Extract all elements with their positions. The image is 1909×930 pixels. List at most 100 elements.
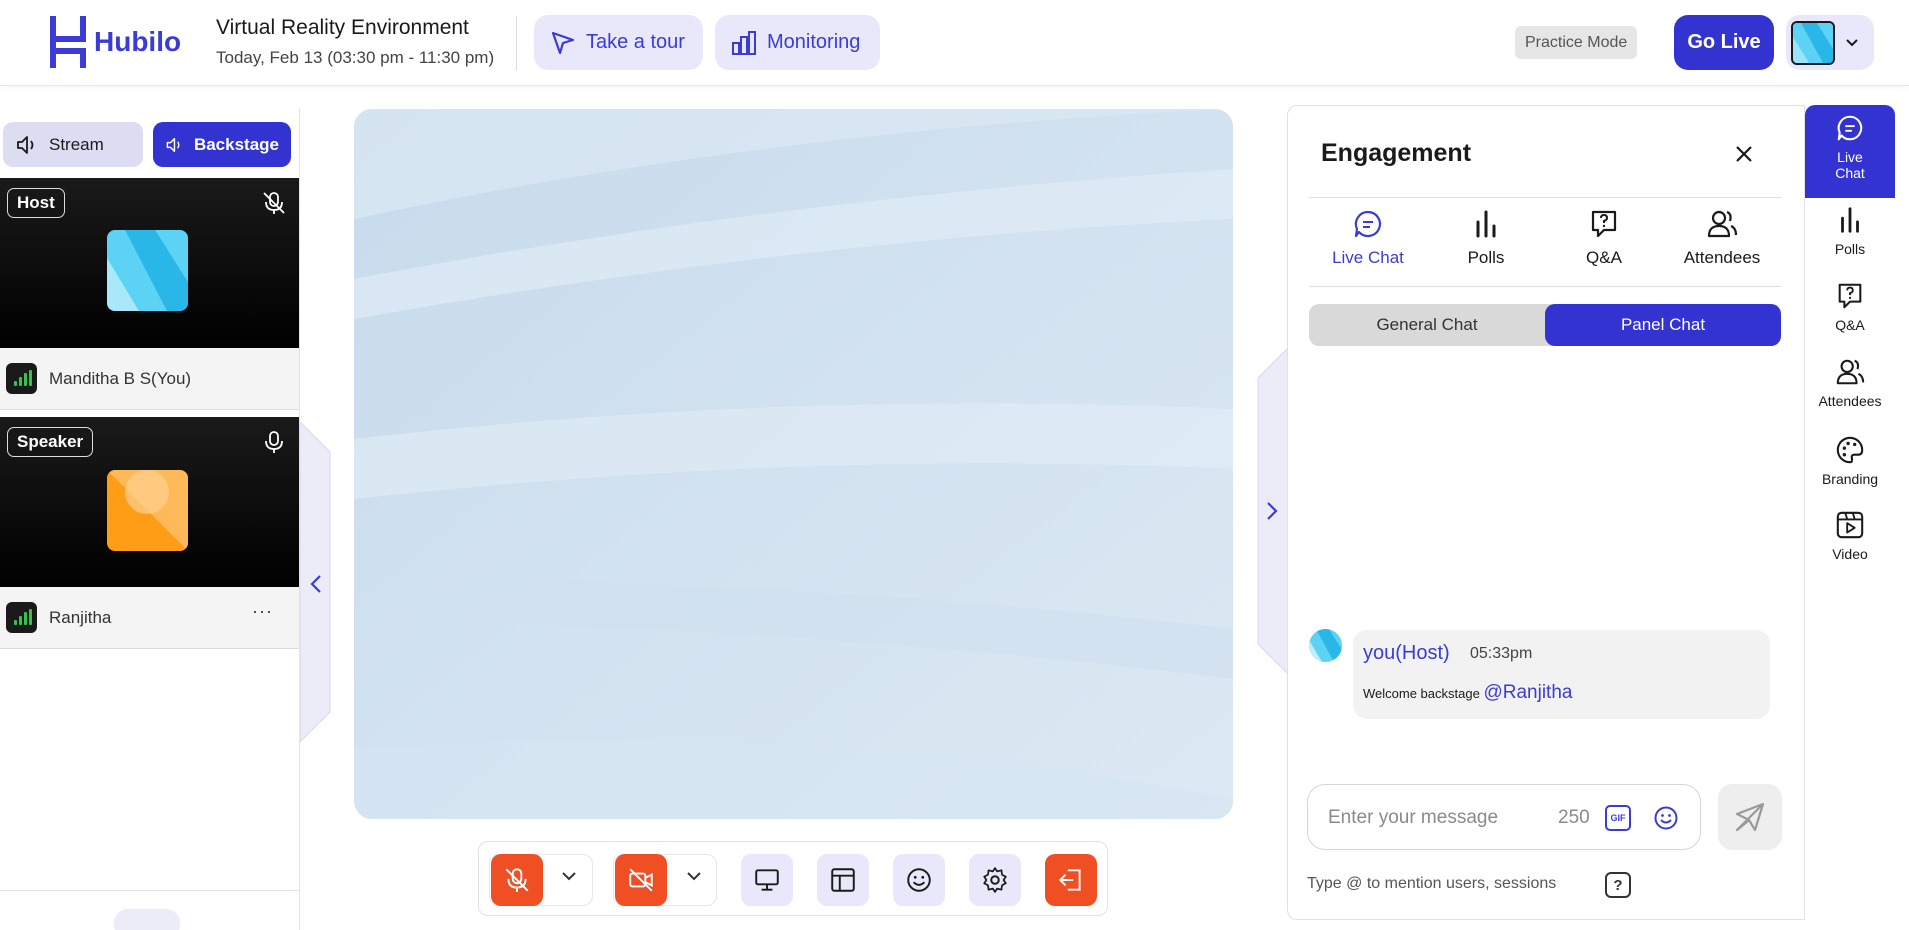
rail-item-polls[interactable]: Polls	[1805, 205, 1895, 257]
tab-attendees-label: Attendees	[1683, 248, 1761, 267]
speaker-icon	[17, 135, 34, 154]
gif-icon[interactable]: GIF	[1605, 805, 1631, 831]
close-icon[interactable]	[1732, 142, 1756, 166]
mic-muted-icon	[505, 868, 529, 892]
hubilo-logo[interactable]: Hubilo	[48, 14, 181, 70]
mic-icon[interactable]	[261, 429, 287, 455]
palette-icon	[1836, 436, 1864, 464]
backstage-label: Backstage	[193, 134, 279, 154]
emoji-picker-icon[interactable]	[1653, 805, 1679, 831]
tab-polls[interactable]: Polls	[1427, 198, 1545, 288]
panel-chat-option[interactable]: Panel Chat	[1545, 304, 1781, 346]
qa-icon	[1838, 283, 1862, 309]
go-live-button[interactable]: Go Live	[1674, 15, 1774, 70]
more-options-button[interactable]: ···	[252, 601, 273, 622]
collapse-left-panel-button[interactable]	[300, 422, 332, 742]
rail-item-qa[interactable]: Q&A	[1805, 281, 1895, 333]
take-a-tour-button[interactable]: Take a tour	[534, 15, 703, 70]
mic-muted-icon[interactable]	[261, 190, 287, 216]
rail-video-label: Video	[1832, 546, 1868, 562]
camera-off-icon	[629, 868, 653, 892]
participant-name: Manditha B S(You)	[49, 368, 192, 388]
rail-item-video[interactable]: Video	[1805, 510, 1895, 562]
participants-panel: Stream Backstage Host Manditha B S(You) …	[0, 108, 300, 930]
engagement-title: Engagement	[1321, 139, 1472, 167]
signal-strength-icon	[6, 602, 37, 633]
rail-polls-label: Polls	[1834, 241, 1866, 257]
message-body: Welcome backstage @Ranjitha	[1363, 682, 1572, 704]
monitoring-label: Monitoring	[767, 31, 861, 53]
speaker-avatar	[107, 470, 188, 551]
backstage-tab[interactable]: Backstage	[153, 122, 291, 167]
chevron-down-icon	[1846, 38, 1858, 46]
send-button[interactable]	[1718, 784, 1782, 850]
role-tag-speaker: Speaker	[7, 427, 94, 457]
chat-icon	[1354, 210, 1382, 238]
tab-qa-label: Q&A	[1586, 248, 1622, 267]
message-mention[interactable]: @Ranjitha	[1483, 682, 1572, 703]
engagement-tabs: Live Chat Polls Q&A Attendees	[1309, 197, 1781, 287]
stage-video-area[interactable]	[354, 109, 1233, 819]
speaker-icon	[166, 137, 180, 152]
rail-qa-label: Q&A	[1835, 317, 1865, 333]
message-time: 05:33pm	[1470, 645, 1533, 662]
gear-icon	[983, 867, 1007, 893]
rail-item-live-chat[interactable]: Live Chat	[1805, 105, 1895, 198]
message-author[interactable]: you(Host)	[1363, 642, 1450, 665]
settings-button[interactable]	[969, 854, 1021, 906]
attendees-icon	[1836, 359, 1865, 385]
brand-name: Hubilo	[94, 26, 182, 57]
practice-mode-badge: Practice Mode	[1515, 26, 1638, 59]
bar-chart-icon	[732, 30, 756, 55]
layout-button[interactable]	[817, 854, 869, 906]
rail-item-attendees[interactable]: Attendees	[1805, 357, 1895, 409]
chat-message: you(Host) 05:33pm Welcome backstage @Ran…	[1353, 630, 1770, 719]
emoji-icon	[907, 868, 931, 892]
message-input-placeholder: Enter your message	[1328, 807, 1499, 828]
reactions-button[interactable]	[893, 854, 945, 906]
host-name-row: Manditha B S(You)	[0, 348, 299, 410]
chat-icon	[1837, 115, 1863, 141]
role-tag-host: Host	[7, 188, 65, 218]
profile-avatar	[1791, 20, 1835, 65]
send-icon	[1735, 802, 1765, 832]
chat-mode-toggle: General Chat Panel Chat	[1309, 304, 1781, 346]
tab-attendees[interactable]: Attendees	[1663, 198, 1781, 288]
footer-handle[interactable]	[114, 909, 180, 930]
signal-strength-icon	[6, 363, 37, 394]
header-divider	[516, 16, 517, 70]
mic-options-chevron-icon[interactable]	[559, 866, 579, 886]
message-avatar	[1309, 629, 1342, 662]
host-video-tile[interactable]: Host	[0, 178, 299, 348]
event-info: Virtual Reality Environment Today, Feb 1…	[216, 16, 494, 68]
screen-share-button[interactable]	[741, 854, 793, 906]
host-avatar	[107, 230, 188, 311]
stream-tab[interactable]: Stream	[3, 122, 143, 167]
attendees-icon	[1707, 210, 1738, 238]
speaker-name-row: Ranjitha ···	[0, 587, 299, 649]
camera-toggle-button[interactable]	[615, 854, 667, 906]
rail-item-branding[interactable]: Branding	[1805, 435, 1895, 487]
event-date: Today, Feb 13 (03:30 pm - 11:30 pm)	[216, 48, 495, 67]
video-icon	[1836, 511, 1864, 539]
exit-icon	[1058, 869, 1081, 891]
general-chat-option[interactable]: General Chat	[1309, 304, 1545, 346]
leave-button[interactable]	[1045, 854, 1097, 906]
engagement-rail: Live Chat Polls Q&A Attendees Branding V…	[1804, 105, 1895, 920]
help-icon[interactable]: ?	[1605, 872, 1631, 898]
message-input[interactable]: Enter your message 250 GIF	[1307, 784, 1701, 850]
char-counter: 250	[1558, 807, 1590, 828]
participant-name: Ranjitha	[49, 607, 112, 627]
mic-toggle-button[interactable]	[491, 854, 543, 906]
camera-options-chevron-icon[interactable]	[684, 866, 704, 886]
polls-icon	[1841, 207, 1859, 233]
message-text: Welcome backstage	[1363, 686, 1480, 701]
collapse-right-panel-button[interactable]	[1256, 348, 1288, 674]
monitoring-button[interactable]: Monitoring	[715, 15, 880, 70]
stage-controls	[478, 841, 1108, 916]
tab-live-chat[interactable]: Live Chat	[1309, 198, 1427, 288]
event-title: Virtual Reality Environment	[216, 16, 469, 39]
profile-menu-button[interactable]	[1786, 15, 1874, 70]
tab-qa[interactable]: Q&A	[1545, 198, 1663, 288]
speaker-video-tile[interactable]: Speaker	[0, 417, 299, 587]
